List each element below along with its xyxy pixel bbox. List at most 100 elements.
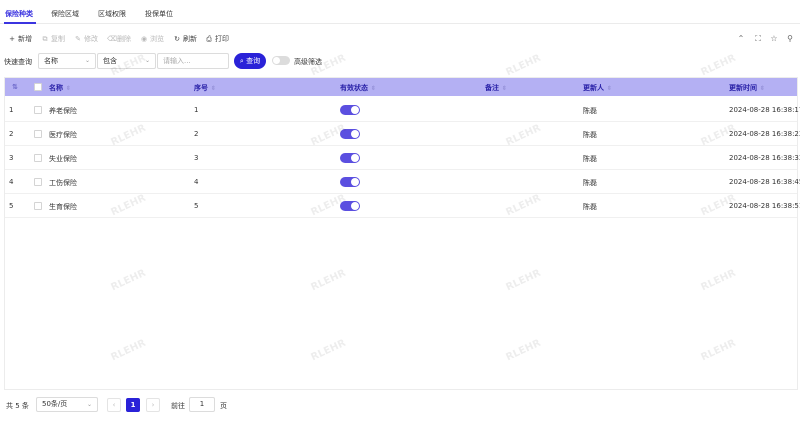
pin-icon[interactable]: ⚲ — [785, 34, 795, 43]
operator-select[interactable]: 包含 ⌄ — [97, 53, 156, 69]
tab-insurance-types[interactable]: 保险种类 — [5, 9, 33, 19]
column-header-name[interactable]: 名称 ⇳ — [49, 83, 71, 93]
column-header-label: 序号 — [194, 84, 208, 92]
cell-time: 2024-08-28 16:38:23 — [729, 130, 800, 138]
column-header-seq[interactable]: 序号 ⇳ — [194, 83, 216, 93]
switch-knob — [351, 130, 359, 138]
pencil-icon: ✎ — [75, 35, 81, 43]
collapse-icon[interactable]: ⌃ — [736, 34, 746, 43]
refresh-button[interactable]: ↻ 刷新 — [173, 34, 197, 44]
cell-time: 2024-08-28 16:38:45 — [729, 178, 800, 186]
cell-updater: 陈磊 — [583, 203, 597, 211]
table-header: ⇅ 名称 ⇳ 序号 ⇳ 有效状态 ⇳ 备注 ⇳ 更新人 ⇳ 更新时间 ⇳ — [5, 78, 797, 96]
cell-seq: 5 — [194, 202, 199, 210]
table-row[interactable]: 2 医疗保险 2 陈磊 2024-08-28 16:38:23 — [5, 122, 800, 146]
goto-label: 前往 — [171, 402, 185, 410]
sort-icon: ⇳ — [760, 85, 766, 92]
add-button[interactable]: + 新增 — [8, 34, 32, 44]
status-switch[interactable] — [340, 105, 360, 115]
row-checkbox[interactable] — [34, 130, 42, 138]
tab-insured-units[interactable]: 投保单位 — [145, 9, 173, 19]
printer-icon: ⎙ — [206, 34, 212, 43]
page-size-value: 50条/页 — [42, 400, 68, 408]
chevron-down-icon: ⌄ — [84, 57, 90, 64]
status-switch[interactable] — [340, 177, 360, 187]
chevron-left-icon: ‹ — [112, 401, 116, 409]
tab-region-permissions[interactable]: 区域权限 — [98, 9, 126, 19]
cell-time: 2024-08-28 16:38:33 — [729, 154, 800, 162]
browse-label: 浏览 — [150, 35, 164, 43]
field-select[interactable]: 名称 ⌄ — [38, 53, 96, 69]
goto-page-input[interactable]: 1 — [189, 397, 215, 412]
cell-time: 2024-08-28 16:38:51 — [729, 202, 800, 210]
print-label: 打印 — [215, 35, 229, 43]
delete-button[interactable]: ⌫ 删除 — [107, 34, 131, 44]
cell-name: 医疗保险 — [49, 131, 77, 139]
plus-icon: + — [9, 35, 15, 43]
table-row[interactable]: 4 工伤保险 4 陈磊 2024-08-28 16:38:45 — [5, 170, 800, 194]
cell-name: 工伤保险 — [49, 179, 77, 187]
row-index: 1 — [9, 106, 14, 114]
page-size-select[interactable]: 50条/页 ⌄ — [36, 397, 98, 412]
page-1-button[interactable]: 1 — [126, 398, 140, 412]
cell-seq: 4 — [194, 178, 199, 186]
table-row[interactable]: 1 养老保险 1 陈磊 2024-08-28 16:38:17 — [5, 98, 800, 122]
star-icon[interactable]: ☆ — [769, 34, 779, 43]
watermark: RLEHR — [504, 52, 543, 79]
switch-knob — [351, 178, 359, 186]
print-button[interactable]: ⎙ 打印 — [205, 34, 229, 44]
switch-knob — [351, 154, 359, 162]
switch-knob — [351, 202, 359, 210]
search-button-label: 查询 — [246, 57, 261, 65]
cell-updater: 陈磊 — [583, 155, 597, 163]
row-checkbox[interactable] — [34, 202, 42, 210]
column-header-status[interactable]: 有效状态 ⇳ — [340, 83, 376, 93]
row-checkbox[interactable] — [34, 154, 42, 162]
toggle-knob — [273, 57, 280, 64]
cell-seq: 3 — [194, 154, 199, 162]
column-header-updater[interactable]: 更新人 ⇳ — [583, 83, 612, 93]
row-index: 4 — [9, 178, 14, 186]
column-header-time[interactable]: 更新时间 ⇳ — [729, 83, 765, 93]
row-checkbox[interactable] — [34, 178, 42, 186]
column-settings-icon[interactable]: ⇅ — [12, 83, 18, 91]
row-checkbox[interactable] — [34, 106, 42, 114]
fullscreen-icon[interactable]: ⛶ — [753, 34, 763, 44]
trash-icon: ⌫ — [107, 35, 117, 43]
status-switch[interactable] — [340, 201, 360, 211]
advanced-filter-toggle[interactable] — [272, 56, 290, 65]
operator-select-value: 包含 — [103, 57, 117, 65]
tab-insurance-regions[interactable]: 保险区域 — [51, 9, 79, 19]
row-index: 5 — [9, 202, 14, 210]
select-all-checkbox[interactable] — [34, 83, 42, 91]
chevron-down-icon: ⌄ — [144, 57, 150, 64]
row-index: 3 — [9, 154, 14, 162]
edit-button[interactable]: ✎ 修改 — [74, 34, 98, 44]
table-row[interactable]: 3 失业保险 3 陈磊 2024-08-28 16:38:33 — [5, 146, 800, 170]
table-row[interactable]: 5 生育保险 5 陈磊 2024-08-28 16:38:51 — [5, 194, 800, 218]
prev-page-button[interactable]: ‹ — [107, 398, 121, 412]
cell-time: 2024-08-28 16:38:17 — [729, 106, 800, 114]
page: 保险种类 保险区域 区域权限 投保单位 + 新增 ⧉ 复制 ✎ 修改 ⌫ 删除 ◉ 浏览 … — [0, 0, 800, 421]
switch-knob — [351, 106, 359, 114]
column-header-label: 备注 — [485, 84, 499, 92]
cell-name: 生育保险 — [49, 203, 77, 211]
search-input-placeholder: 请输入... — [163, 57, 191, 65]
data-table: ⇅ 名称 ⇳ 序号 ⇳ 有效状态 ⇳ 备注 ⇳ 更新人 ⇳ 更新时间 ⇳ 1 养老保险 1 … — [4, 77, 800, 390]
next-page-button[interactable]: › — [146, 398, 160, 412]
copy-button[interactable]: ⧉ 复制 — [41, 34, 66, 44]
cell-updater: 陈磊 — [583, 179, 597, 187]
total-count: 共 5 条 — [6, 402, 29, 410]
search-button[interactable]: ⌕ 查询 — [234, 53, 266, 69]
browse-button[interactable]: ◉ 浏览 — [140, 34, 164, 44]
copy-icon: ⧉ — [42, 34, 48, 43]
column-header-label: 更新时间 — [729, 84, 757, 92]
column-header-note[interactable]: 备注 ⇳ — [485, 83, 507, 93]
chevron-down-icon: ⌄ — [86, 401, 92, 408]
cell-name: 养老保险 — [49, 107, 77, 115]
status-switch[interactable] — [340, 153, 360, 163]
search-input[interactable]: 请输入... — [157, 53, 229, 69]
cell-seq: 1 — [194, 106, 199, 114]
status-switch[interactable] — [340, 129, 360, 139]
column-header-label: 有效状态 — [340, 84, 368, 92]
